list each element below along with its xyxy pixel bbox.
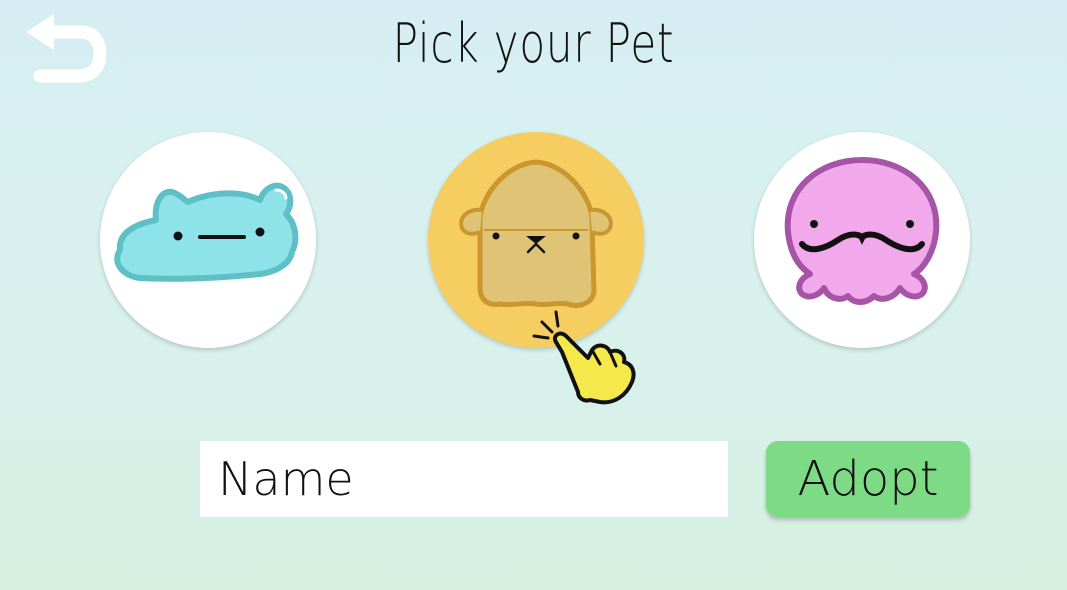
pet-option-octopus[interactable]	[754, 132, 970, 348]
pink-octopus-icon	[784, 157, 940, 305]
pet-name-input[interactable]	[200, 441, 728, 517]
pet-option-blob[interactable]	[100, 132, 316, 348]
page-title: Pick your Pet	[392, 12, 675, 75]
pet-option-dog[interactable]	[428, 132, 644, 348]
blue-blob-icon	[114, 182, 299, 282]
adopt-button[interactable]: Adopt	[766, 441, 970, 517]
undo-arrow-icon	[26, 14, 107, 83]
back-button[interactable]	[22, 14, 107, 90]
tan-dog-icon	[459, 159, 613, 308]
